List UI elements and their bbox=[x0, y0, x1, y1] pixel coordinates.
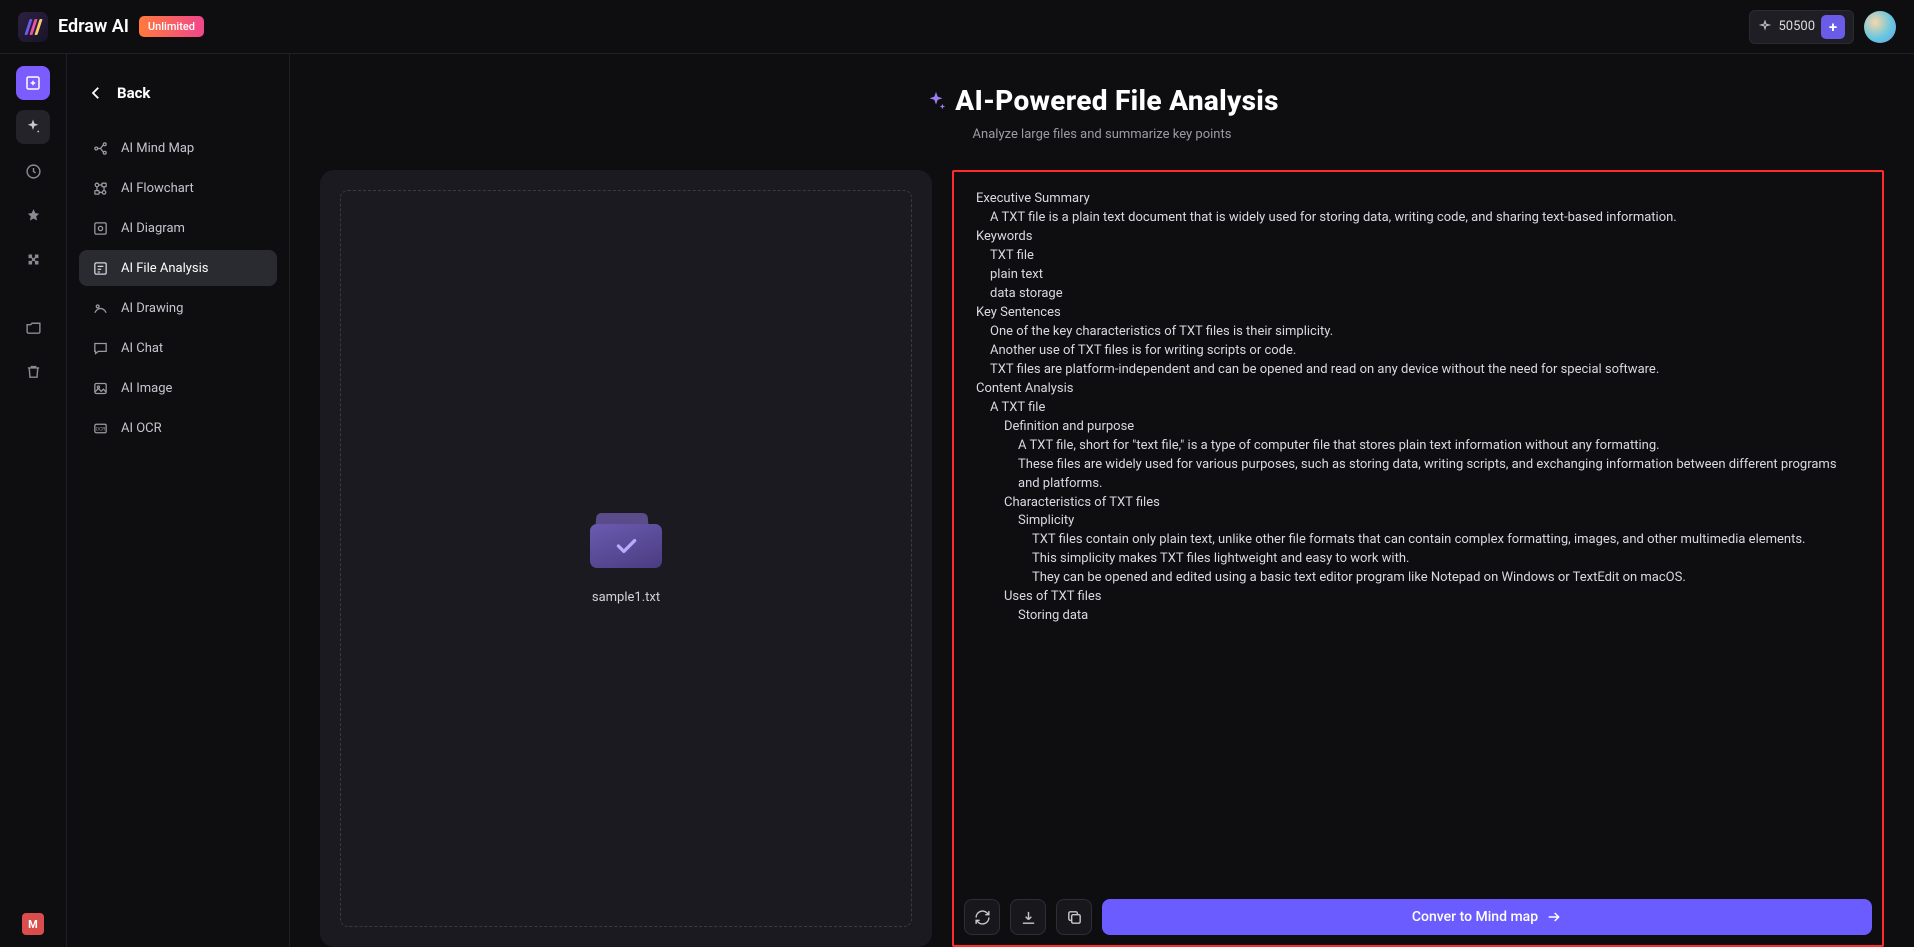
download-button[interactable] bbox=[1010, 899, 1046, 935]
analysis-line: data storage bbox=[990, 285, 1856, 304]
sidebar-item-drawing[interactable]: AI Drawing bbox=[79, 290, 277, 326]
sidebar-item-label: AI File Analysis bbox=[121, 261, 209, 276]
rail-m-badge[interactable]: M bbox=[22, 913, 44, 935]
analysis-heading: Key Sentences bbox=[976, 304, 1856, 323]
analysis-line: Another use of TXT files is for writing … bbox=[990, 342, 1856, 361]
sidebar-item-flowchart[interactable]: AI Flowchart bbox=[79, 170, 277, 206]
rail-ai-icon[interactable] bbox=[16, 110, 50, 144]
sidebar-item-label: AI Image bbox=[121, 381, 172, 396]
user-avatar[interactable] bbox=[1864, 11, 1896, 43]
sidebar-item-mindmap[interactable]: AI Mind Map bbox=[79, 130, 277, 166]
analysis-panel: Executive Summary A TXT file is a plain … bbox=[952, 170, 1884, 947]
rail-puzzle-icon[interactable] bbox=[16, 242, 50, 276]
action-row: Conver to Mind map bbox=[962, 899, 1874, 937]
uploaded-file-name: sample1.txt bbox=[592, 590, 660, 605]
analysis-line: TXT files are platform-independent and c… bbox=[990, 361, 1856, 380]
analysis-text[interactable]: Executive Summary A TXT file is a plain … bbox=[962, 180, 1874, 889]
page-subtitle: Analyze large files and summarize key po… bbox=[320, 127, 1884, 142]
folder-icon bbox=[590, 512, 662, 568]
drop-zone[interactable]: sample1.txt bbox=[340, 190, 912, 927]
sidebar-item-ocr[interactable]: OCR AI OCR bbox=[79, 410, 277, 446]
sidebar: Back AI Mind Map AI Flowchart AI Diagram… bbox=[67, 54, 290, 947]
back-label: Back bbox=[117, 84, 150, 102]
analysis-line: Storing data bbox=[1018, 607, 1856, 626]
analysis-heading: Keywords bbox=[976, 228, 1856, 247]
file-analysis-icon bbox=[91, 259, 109, 277]
sidebar-item-label: AI Diagram bbox=[121, 221, 185, 236]
topbar-right: 50500 + bbox=[1749, 10, 1896, 44]
analysis-line: TXT file bbox=[990, 247, 1856, 266]
arrow-left-icon bbox=[87, 84, 105, 102]
analysis-heading: Executive Summary bbox=[976, 190, 1856, 209]
credits-pill[interactable]: 50500 + bbox=[1749, 10, 1854, 44]
sidebar-item-file-analysis[interactable]: AI File Analysis bbox=[79, 250, 277, 286]
rail-create-button[interactable] bbox=[16, 66, 50, 100]
app-logo[interactable] bbox=[18, 12, 48, 42]
rail-history-icon[interactable] bbox=[16, 154, 50, 188]
sidebar-item-label: AI Flowchart bbox=[121, 181, 194, 196]
arrow-right-icon bbox=[1546, 909, 1562, 925]
sidebar-item-label: AI OCR bbox=[121, 421, 162, 436]
analysis-line: A TXT file is a plain text document that… bbox=[990, 209, 1856, 228]
analysis-line: This simplicity makes TXT files lightwei… bbox=[1032, 550, 1856, 569]
analysis-line: These files are widely used for various … bbox=[1018, 456, 1856, 494]
analysis-line: plain text bbox=[990, 266, 1856, 285]
page-title: AI-Powered File Analysis bbox=[955, 84, 1279, 117]
image-icon bbox=[91, 379, 109, 397]
plan-badge: Unlimited bbox=[139, 16, 204, 37]
sparkle-icon bbox=[925, 90, 947, 112]
chat-icon bbox=[91, 339, 109, 357]
sidebar-item-label: AI Chat bbox=[121, 341, 163, 356]
sidebar-item-label: AI Mind Map bbox=[121, 141, 194, 156]
rail-trash-icon[interactable] bbox=[16, 354, 50, 388]
sidebar-item-diagram[interactable]: AI Diagram bbox=[79, 210, 277, 246]
convert-label: Conver to Mind map bbox=[1412, 909, 1538, 925]
flowchart-icon bbox=[91, 179, 109, 197]
convert-button[interactable]: Conver to Mind map bbox=[1102, 899, 1872, 935]
nav-rail: M bbox=[0, 54, 67, 947]
regenerate-button[interactable] bbox=[964, 899, 1000, 935]
analysis-line: Characteristics of TXT files bbox=[1004, 494, 1856, 513]
sparkle-icon bbox=[1758, 20, 1772, 34]
ocr-icon: OCR bbox=[91, 419, 109, 437]
topbar: Edraw AI Unlimited 50500 + bbox=[0, 0, 1914, 54]
sidebar-item-label: AI Drawing bbox=[121, 301, 183, 316]
rail-star-icon[interactable] bbox=[16, 198, 50, 232]
analysis-line: TXT files contain only plain text, unlik… bbox=[1032, 531, 1856, 550]
diagram-icon bbox=[91, 219, 109, 237]
analysis-line: They can be opened and edited using a ba… bbox=[1032, 569, 1856, 588]
back-button[interactable]: Back bbox=[87, 84, 277, 102]
analysis-line: Simplicity bbox=[1018, 512, 1856, 531]
rail-folder-icon[interactable] bbox=[16, 310, 50, 344]
analysis-line: A TXT file, short for "text file," is a … bbox=[1018, 437, 1856, 456]
drawing-icon bbox=[91, 299, 109, 317]
sidebar-item-image[interactable]: AI Image bbox=[79, 370, 277, 406]
svg-text:OCR: OCR bbox=[95, 426, 105, 432]
mindmap-icon bbox=[91, 139, 109, 157]
copy-button[interactable] bbox=[1056, 899, 1092, 935]
add-credits-button[interactable]: + bbox=[1821, 15, 1845, 39]
main-content: AI-Powered File Analysis Analyze large f… bbox=[290, 54, 1914, 947]
analysis-line: Definition and purpose bbox=[1004, 418, 1856, 437]
topbar-left: Edraw AI Unlimited bbox=[18, 12, 204, 42]
sidebar-item-chat[interactable]: AI Chat bbox=[79, 330, 277, 366]
analysis-heading: Content Analysis bbox=[976, 380, 1856, 399]
analysis-line: One of the key characteristics of TXT fi… bbox=[990, 323, 1856, 342]
upload-panel: sample1.txt bbox=[320, 170, 932, 947]
analysis-line: A TXT file bbox=[990, 399, 1856, 418]
brand-name: Edraw AI bbox=[58, 16, 129, 37]
analysis-line: Uses of TXT files bbox=[1004, 588, 1856, 607]
credits-value: 50500 bbox=[1778, 19, 1815, 34]
